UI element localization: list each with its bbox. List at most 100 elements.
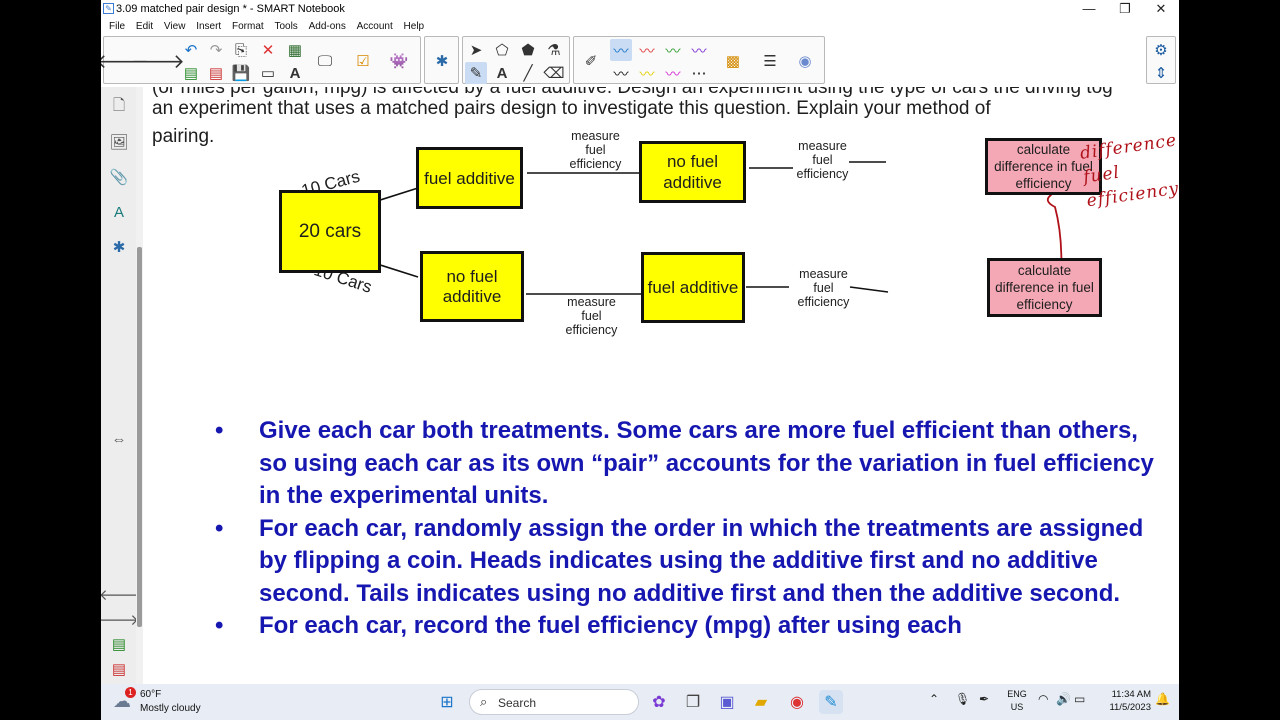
- paint-bucket-icon[interactable]: ⚗: [543, 39, 565, 61]
- menu-insert[interactable]: Insert: [196, 18, 221, 35]
- toolbar: 🡐 🡒 ↶ ↷ ⎘ ✕ ▦ ▤ ▤ 💾 ▭ A 🖵 ☑ 👾 ✱ ➤ ⬠ ⬟ ⚗ …: [101, 35, 1179, 87]
- wifi-icon[interactable]: ◠: [1038, 692, 1048, 706]
- pen-style-black-icon[interactable]: 〰: [610, 62, 632, 84]
- addon-icon[interactable]: ✱: [431, 50, 453, 72]
- save-icon[interactable]: 💾: [230, 62, 252, 84]
- next-page-icon[interactable]: 🡒: [101, 607, 139, 631]
- eraser-icon[interactable]: ⌫: [543, 62, 565, 84]
- grid-icon[interactable]: ▩: [722, 50, 744, 72]
- delete-icon[interactable]: ✕: [257, 39, 279, 61]
- resize-handle-icon[interactable]: ⇔: [107, 427, 131, 451]
- shape-icon[interactable]: ⬠: [491, 39, 513, 61]
- activity-icon[interactable]: 👾: [388, 50, 410, 72]
- pen-style-red-icon[interactable]: 〰: [636, 39, 658, 61]
- menu-addons[interactable]: Add-ons: [309, 18, 346, 35]
- task-view-icon[interactable]: ❐: [681, 690, 705, 714]
- box-bottom-fuel-additive: fuel additive: [641, 252, 745, 323]
- pen-style-yellow-icon[interactable]: 〰: [636, 62, 658, 84]
- toolbar-group-addons: ✱: [424, 36, 459, 84]
- menu-format[interactable]: Format: [232, 18, 264, 35]
- menu-help[interactable]: Help: [404, 18, 425, 35]
- pen-style-purple-icon[interactable]: 〰: [688, 39, 710, 61]
- box-bottom-no-fuel-additive: no fuel additive: [420, 251, 524, 322]
- notification-bell-icon[interactable]: 🔔: [1155, 692, 1170, 706]
- undo-icon[interactable]: ↶: [180, 39, 202, 61]
- window-title: 3.09 matched pair design * - SMART Noteb…: [116, 3, 345, 15]
- file-explorer-icon[interactable]: ▰: [749, 690, 773, 714]
- menu-edit[interactable]: Edit: [136, 18, 153, 35]
- add-page-icon[interactable]: ⎘: [230, 39, 252, 61]
- start-icon[interactable]: ⊞: [435, 690, 459, 714]
- screen-capture-icon[interactable]: 🖵: [314, 50, 336, 72]
- previous-page-icon[interactable]: 🡐: [101, 582, 139, 606]
- 3d-icon[interactable]: ◉: [794, 50, 816, 72]
- bullet-item: • For each car, randomly assign the orde…: [215, 513, 1155, 611]
- scrollbar-thumb[interactable]: [137, 247, 142, 627]
- pen-tray-icon[interactable]: ✒: [979, 692, 989, 706]
- bullet-text: For each car, record the fuel efficiency…: [259, 612, 962, 639]
- gallery-icon[interactable]: 🖼: [107, 130, 131, 154]
- notebook-canvas[interactable]: (or miles per gallon, mpg) is affected b…: [143, 87, 1179, 684]
- teams-icon[interactable]: ▣: [715, 690, 739, 714]
- measure-label-2: measure fuel efficiency: [796, 139, 849, 181]
- language-top: ENG: [1007, 689, 1027, 699]
- delete-page-side-icon[interactable]: ▤: [107, 657, 131, 681]
- pen-icon[interactable]: ✎: [465, 62, 487, 84]
- close-button[interactable]: ✕: [1143, 0, 1179, 18]
- menu-account[interactable]: Account: [357, 18, 393, 35]
- fill-icon[interactable]: ⬟: [517, 39, 539, 61]
- weather-temp: 60°F: [140, 689, 162, 700]
- minimize-button[interactable]: —: [1071, 0, 1107, 18]
- add-page-side-icon[interactable]: ▤: [107, 632, 131, 656]
- select-icon[interactable]: ➤: [465, 39, 487, 61]
- box-top-fuel-additive: fuel additive: [416, 147, 523, 209]
- bullet-text: Give each car both treatments. Some cars…: [259, 417, 1154, 509]
- clock[interactable]: 11:34 AM 11/5/2023: [1095, 688, 1151, 714]
- pen-style-magenta-icon[interactable]: 〰: [662, 62, 684, 84]
- bullet-item: • For each car, record the fuel efficien…: [215, 610, 1155, 643]
- volume-icon[interactable]: 🔊: [1056, 692, 1071, 706]
- page-icon[interactable]: ▤: [180, 62, 202, 84]
- clock-date: 11/5/2023: [1109, 702, 1151, 713]
- pen-style-green-icon[interactable]: 〰: [662, 39, 684, 61]
- battery-icon[interactable]: ▭: [1074, 692, 1085, 706]
- back-arrow-icon[interactable]: 🡐: [101, 50, 149, 73]
- vertical-scrollbar[interactable]: [136, 87, 143, 684]
- redo-icon[interactable]: ↷: [205, 39, 227, 61]
- addons-tab-icon[interactable]: ✱: [107, 235, 131, 259]
- weather-widget[interactable]: ☁ 1 60°F Mostly cloudy: [113, 687, 223, 717]
- page-delete-icon[interactable]: ▤: [205, 62, 227, 84]
- text-icon[interactable]: A: [284, 62, 306, 84]
- maximize-button[interactable]: ❐: [1107, 0, 1143, 18]
- copilot-icon[interactable]: ✿: [647, 690, 671, 714]
- properties-icon[interactable]: A: [107, 200, 131, 224]
- measure-label-1: measure fuel efficiency: [569, 129, 622, 171]
- toolbar-group-pens: ✐ 〰 〰 〰 〰 〰 〰 〰 ⋯ ▩ ☰ ◉: [573, 36, 825, 84]
- forward-arrow-icon[interactable]: 🡒: [131, 50, 185, 73]
- pen-style-blue-icon[interactable]: 〰: [610, 39, 632, 61]
- pen-style-dash-icon[interactable]: ⋯: [688, 62, 710, 84]
- microphone-icon[interactable]: 🎙: [955, 692, 970, 706]
- table-icon[interactable]: ▦: [284, 39, 306, 61]
- display-icon[interactable]: ▭: [257, 62, 279, 84]
- language-indicator[interactable]: ENG US: [1004, 688, 1030, 714]
- creative-pen-icon[interactable]: ✐: [580, 50, 602, 72]
- attachments-icon[interactable]: 📎: [107, 165, 131, 189]
- menu-view[interactable]: View: [164, 18, 186, 35]
- weather-desc: Mostly cloudy: [140, 703, 201, 714]
- move-toolbar-icon[interactable]: ⇕: [1150, 62, 1172, 84]
- box-20-cars: 20 cars: [279, 190, 381, 273]
- tray-chevron-icon[interactable]: ⌃: [929, 692, 939, 706]
- menu-tools[interactable]: Tools: [274, 18, 297, 35]
- menu-file[interactable]: File: [109, 18, 125, 35]
- line-icon[interactable]: ╱: [517, 62, 539, 84]
- smart-notebook-taskbar-icon[interactable]: ✎: [819, 690, 843, 714]
- taskbar-search[interactable]: ⌕ Search: [469, 689, 639, 715]
- chrome-icon[interactable]: ◉: [785, 690, 809, 714]
- check-icon[interactable]: ☑: [352, 50, 374, 72]
- text-tool-icon[interactable]: A: [491, 62, 513, 84]
- page-sorter-icon[interactable]: 🗋: [107, 95, 131, 119]
- settings-icon[interactable]: ⚙: [1150, 39, 1172, 61]
- bullet-dot: •: [215, 514, 224, 542]
- measure-icon[interactable]: ☰: [759, 50, 781, 72]
